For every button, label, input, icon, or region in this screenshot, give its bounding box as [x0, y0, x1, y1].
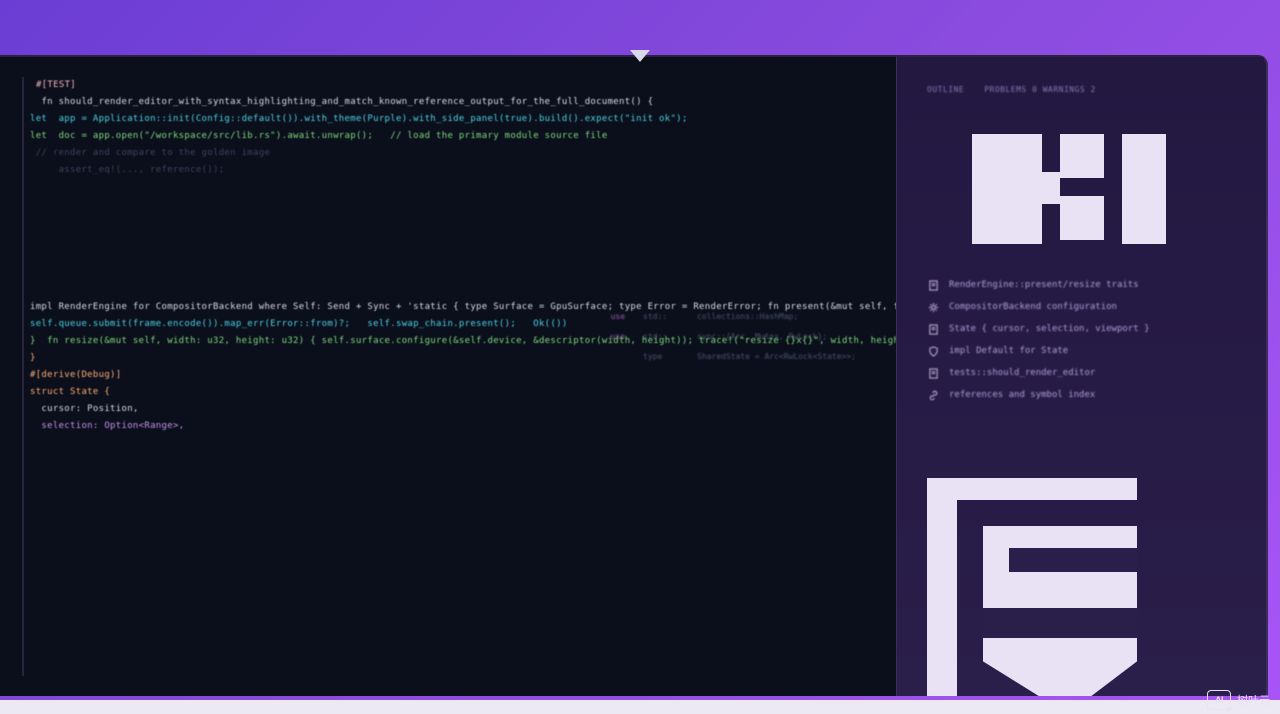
code-line: // render and compare to the golden imag…: [30, 145, 888, 162]
code-line: struct State {: [30, 384, 888, 401]
doc-icon: [927, 367, 939, 379]
outline-item[interactable]: impl Default for State: [927, 340, 1246, 362]
outline-item-label: State { cursor, selection, viewport }: [949, 318, 1149, 340]
code-editor[interactable]: #[TEST] fn should_render_editor_with_syn…: [0, 57, 896, 696]
code-line: cursor: Position,: [30, 401, 888, 418]
outline-item-label: impl Default for State: [949, 340, 1068, 362]
code-line: selection: Option<Range>,: [30, 418, 888, 435]
outline-item-label: tests::should_render_editor: [949, 362, 1095, 384]
code-line: #[TEST]: [30, 77, 888, 94]
screen-frame: #[TEST] fn should_render_editor_with_syn…: [0, 55, 1268, 696]
link-icon: [927, 389, 939, 401]
outline-title: OUTLINE: [927, 85, 964, 94]
attr-badge: #[TEST]: [32, 77, 80, 94]
doc-icon: [927, 279, 939, 291]
code-line: self.queue.submit(frame.encode()).map_er…: [30, 316, 888, 333]
code-line: }: [30, 350, 888, 367]
editor-gutter: [22, 77, 24, 676]
code-line: } fn resize(&mut self, width: u32, heigh…: [30, 333, 888, 350]
side-panel: OUTLINE PROBLEMS 0 WARNINGS 2 RenderEngi…: [896, 57, 1266, 696]
outline-item[interactable]: tests::should_render_editor: [927, 362, 1246, 384]
outline-item-label: CompositorBackend configuration: [949, 296, 1117, 318]
shield-icon: [927, 345, 939, 357]
monitor-bezel-bottom: [0, 700, 1280, 714]
code-line: let app = Application::init(Config::defa…: [30, 111, 888, 128]
side-panel-header: OUTLINE PROBLEMS 0 WARNINGS 2: [927, 85, 1246, 94]
watermark-text: 树叶云: [1237, 692, 1270, 708]
code-line: assert_eq!(..., reference());: [30, 162, 888, 179]
code-line: fn should_render_editor_with_syntax_high…: [30, 94, 888, 111]
outline-item-label: RenderEngine::present/resize traits: [949, 274, 1139, 296]
outline-item[interactable]: CompositorBackend configuration: [927, 296, 1246, 318]
outline-item[interactable]: State { cursor, selection, viewport }: [927, 318, 1246, 340]
code-line: impl RenderEngine for CompositorBackend …: [30, 299, 888, 316]
code-line: let doc = app.open("/workspace/src/lib.r…: [30, 128, 888, 145]
logo-top-icon: [972, 134, 1202, 244]
gear-icon: [927, 301, 939, 313]
problems-summary: PROBLEMS 0 WARNINGS 2: [984, 85, 1096, 94]
logo-bottom-icon: [927, 478, 1256, 696]
outline-item[interactable]: RenderEngine::present/resize traits: [927, 274, 1246, 296]
outline-item[interactable]: references and symbol index: [927, 384, 1246, 406]
watermark: AI 树叶云: [1207, 690, 1270, 710]
doc-icon: [927, 323, 939, 335]
monitor-notch-icon: [630, 50, 650, 62]
outline-item-label: references and symbol index: [949, 384, 1095, 406]
outline-list: RenderEngine::present/resize traits Comp…: [927, 274, 1246, 406]
code-line: #[derive(Debug)]: [30, 367, 888, 384]
ai-badge-icon: AI: [1207, 690, 1231, 710]
